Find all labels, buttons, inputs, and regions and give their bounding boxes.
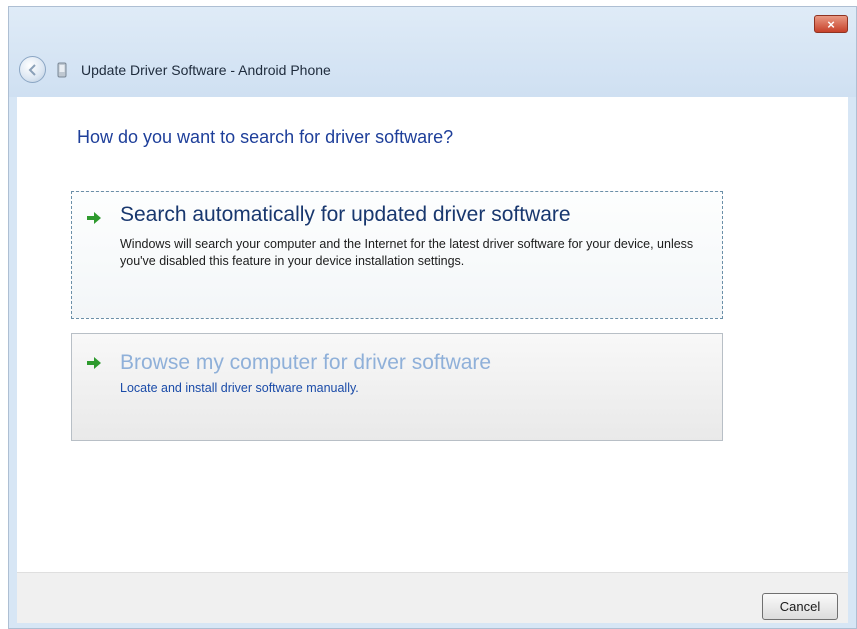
- option-description: Windows will search your computer and th…: [120, 237, 694, 268]
- cancel-button[interactable]: Cancel: [762, 593, 838, 620]
- option-title: Browse my computer for driver software: [120, 351, 492, 374]
- browse-computer-option[interactable]: Browse my computer for driver software L…: [71, 333, 723, 441]
- option-description: Locate and install driver software manua…: [120, 381, 359, 395]
- green-arrow-icon: [87, 357, 101, 369]
- device-icon: [57, 62, 67, 78]
- option-title: Search automatically for updated driver …: [120, 203, 571, 226]
- close-icon: ×: [827, 16, 835, 32]
- green-arrow-icon: [87, 212, 101, 224]
- close-button[interactable]: ×: [814, 15, 848, 33]
- search-automatically-option[interactable]: Search automatically for updated driver …: [71, 191, 723, 319]
- dialog-content: How do you want to search for driver sof…: [17, 97, 848, 572]
- window-title: Update Driver Software - Android Phone: [81, 62, 331, 78]
- back-button[interactable]: [19, 56, 46, 83]
- dialog-footer: Cancel: [17, 572, 848, 623]
- back-arrow-icon: [28, 63, 36, 76]
- page-heading: How do you want to search for driver sof…: [77, 127, 454, 147]
- update-driver-dialog: × Update Driver Software - Android Phone…: [8, 6, 857, 629]
- title-bar: × Update Driver Software - Android Phone: [9, 7, 856, 97]
